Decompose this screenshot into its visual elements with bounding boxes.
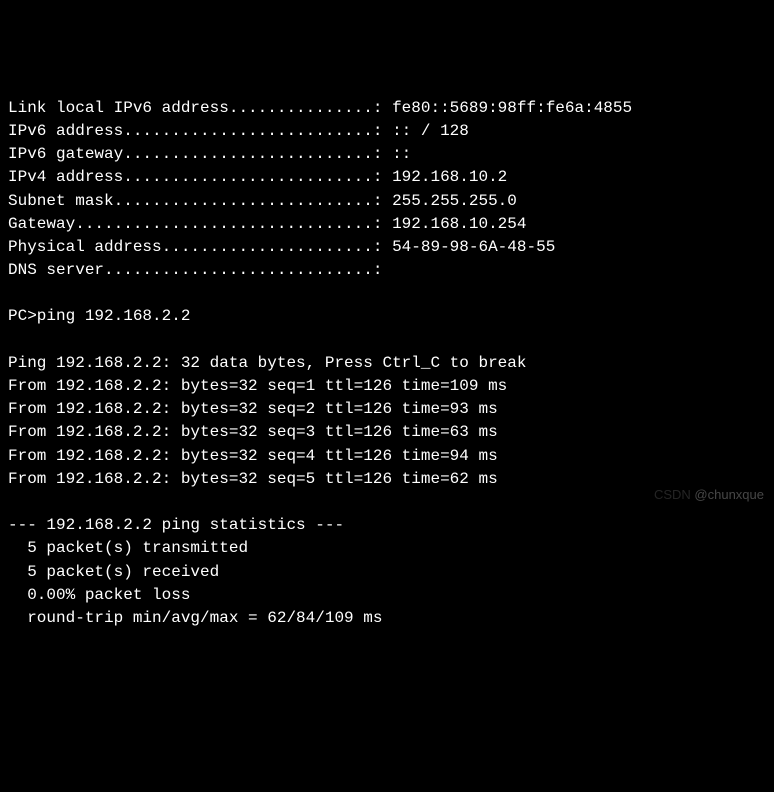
ping-reply: From 192.168.2.2: bytes=32 seq=5 ttl=126…: [8, 468, 766, 491]
ping-stats-received: 5 packet(s) received: [8, 561, 766, 584]
ping-stats-rtt: round-trip min/avg/max = 62/84/109 ms: [8, 607, 766, 630]
ping-stats-loss: 0.00% packet loss: [8, 584, 766, 607]
config-ipv6-gateway: IPv6 gateway..........................: …: [8, 143, 766, 166]
config-ipv4-address: IPv4 address..........................: …: [8, 166, 766, 189]
ping-stats-header: --- 192.168.2.2 ping statistics ---: [8, 514, 766, 537]
command-prompt-line: PC>ping 192.168.2.2: [8, 305, 766, 328]
terminal-output: Link local IPv6 address...............: …: [8, 97, 766, 630]
ping-reply: From 192.168.2.2: bytes=32 seq=1 ttl=126…: [8, 375, 766, 398]
blank-line: [8, 329, 766, 352]
blank-line: [8, 282, 766, 305]
ping-reply: From 192.168.2.2: bytes=32 seq=3 ttl=126…: [8, 421, 766, 444]
ping-reply: From 192.168.2.2: bytes=32 seq=2 ttl=126…: [8, 398, 766, 421]
ping-reply: From 192.168.2.2: bytes=32 seq=4 ttl=126…: [8, 445, 766, 468]
config-ipv6-address: IPv6 address..........................: …: [8, 120, 766, 143]
config-subnet-mask: Subnet mask...........................: …: [8, 190, 766, 213]
config-link-local-ipv6: Link local IPv6 address...............: …: [8, 97, 766, 120]
config-dns-server: DNS server............................:: [8, 259, 766, 282]
config-physical-address: Physical address......................: …: [8, 236, 766, 259]
watermark: CSDN @chunxque: [654, 486, 764, 505]
ping-stats-transmitted: 5 packet(s) transmitted: [8, 537, 766, 560]
watermark-right: @chunxque: [694, 487, 764, 502]
ping-header: Ping 192.168.2.2: 32 data bytes, Press C…: [8, 352, 766, 375]
watermark-left: CSDN: [654, 487, 694, 502]
config-gateway: Gateway...............................: …: [8, 213, 766, 236]
